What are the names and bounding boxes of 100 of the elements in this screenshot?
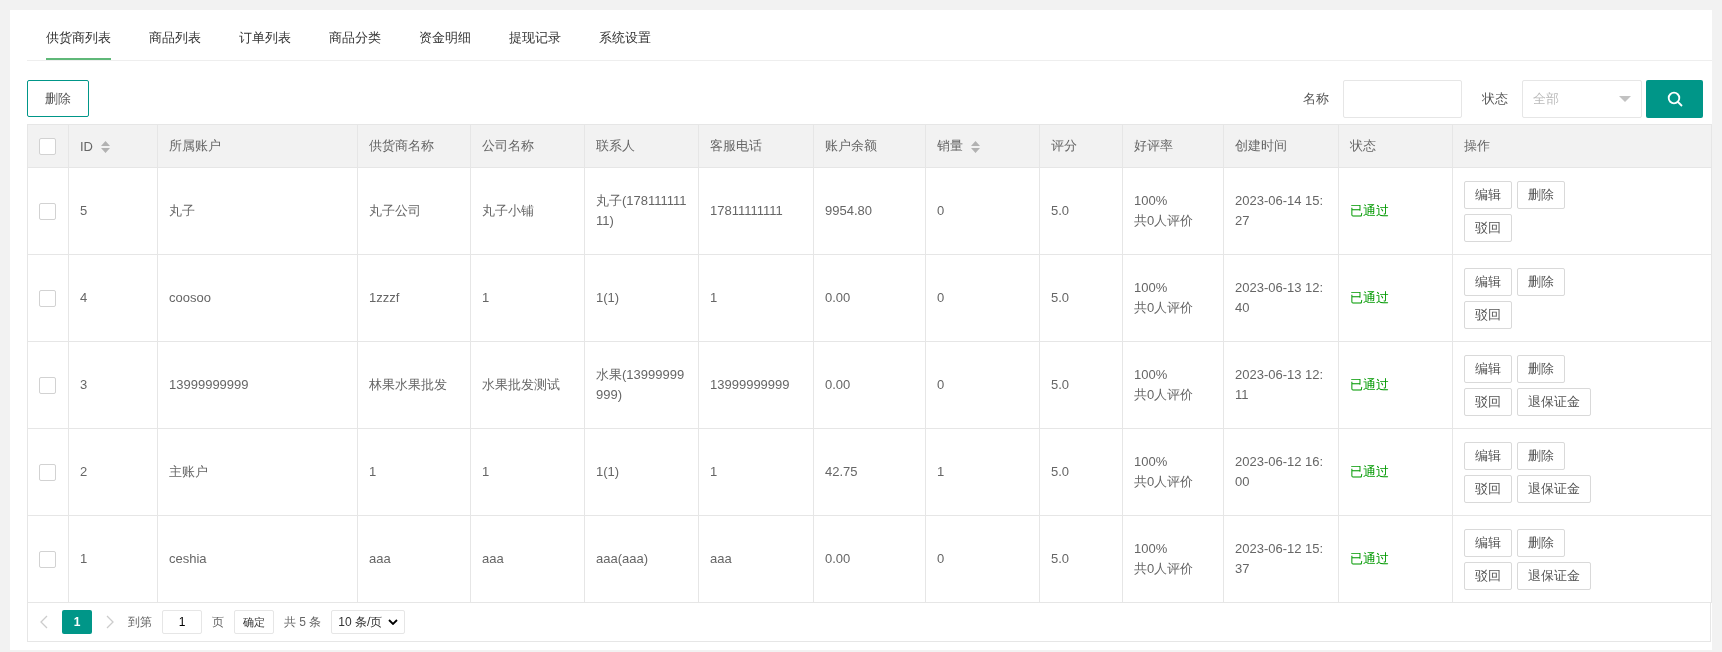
status-text: 已通过 <box>1350 290 1389 305</box>
action-button[interactable]: 驳回 <box>1464 213 1512 242</box>
sort-icon[interactable] <box>101 141 110 154</box>
table-cell: 1 <box>482 464 490 479</box>
action-button[interactable]: 删除 <box>1517 267 1565 296</box>
review-count: 共0人评价 <box>1134 560 1195 578</box>
column-header: 操作 <box>1464 138 1490 153</box>
status-text: 已通过 <box>1350 464 1389 479</box>
table-cell: 2023-06-12 16:00 <box>1235 454 1324 489</box>
praise-rate: 100% <box>1134 366 1169 384</box>
table-cell: 1 <box>710 464 718 479</box>
praise-rate: 100% <box>1134 192 1169 210</box>
action-button[interactable]: 驳回 <box>1464 387 1512 416</box>
search-button[interactable] <box>1646 79 1703 118</box>
search-icon <box>1666 90 1683 107</box>
table-cell: aaa <box>710 551 732 566</box>
table-cell: 1 <box>369 464 377 479</box>
table-cell: 0 <box>937 290 945 305</box>
tab[interactable]: 提现记录 <box>509 10 561 60</box>
page-size-select[interactable]: 10 条/页 <box>331 610 406 634</box>
action-button[interactable]: 编辑 <box>1464 528 1512 557</box>
table-cell: aaa <box>482 551 504 566</box>
table-cell: 1(1) <box>596 464 620 479</box>
table-cell: 13999999999 <box>710 377 790 392</box>
action-button[interactable]: 退保证金 <box>1517 561 1591 590</box>
praise-rate: 100% <box>1134 453 1169 471</box>
checkbox[interactable] <box>39 377 56 395</box>
table-cell: 5.0 <box>1051 290 1070 305</box>
delete-button[interactable]: 删除 <box>27 80 89 117</box>
name-input[interactable] <box>1343 79 1462 118</box>
table-cell: 0 <box>937 551 945 566</box>
action-button[interactable]: 编辑 <box>1464 267 1512 296</box>
table-cell: 1(1) <box>596 290 620 305</box>
tab[interactable]: 供货商列表 <box>46 10 111 60</box>
tab[interactable]: 商品分类 <box>329 10 381 60</box>
action-button[interactable]: 编辑 <box>1464 354 1512 383</box>
column-header: 状态 <box>1350 138 1376 153</box>
table-cell: 5.0 <box>1051 551 1070 566</box>
confirm-button[interactable]: 确定 <box>234 610 274 634</box>
tab[interactable]: 系统设置 <box>599 10 651 60</box>
review-count: 共0人评价 <box>1134 386 1195 404</box>
action-button[interactable]: 编辑 <box>1464 180 1512 209</box>
column-header: ID <box>80 138 93 154</box>
status-text: 已通过 <box>1350 203 1389 218</box>
action-button[interactable]: 驳回 <box>1464 474 1512 503</box>
status-label: 状态 <box>1482 89 1508 108</box>
action-button[interactable]: 驳回 <box>1464 561 1512 590</box>
praise-rate: 100% <box>1134 279 1169 297</box>
table-cell: 林果水果批发 <box>369 377 447 392</box>
table-cell: aaa <box>369 551 391 566</box>
column-header: 销量 <box>937 138 963 153</box>
table-cell: 1 <box>710 290 718 305</box>
table-cell: 17811111111 <box>710 203 783 218</box>
action-button[interactable]: 删除 <box>1517 528 1565 557</box>
table-cell: 主账户 <box>169 464 208 479</box>
sort-icon[interactable] <box>971 140 980 153</box>
goto-label: 到第 <box>128 613 152 631</box>
tab[interactable]: 订单列表 <box>239 10 291 60</box>
page-input[interactable]: 1 <box>162 610 202 634</box>
table-cell: ceshia <box>169 551 207 566</box>
checkbox[interactable] <box>39 551 56 569</box>
table-cell: 0.00 <box>825 290 851 305</box>
page-button[interactable]: 1 <box>62 610 92 634</box>
checkbox[interactable] <box>39 137 56 155</box>
checkbox[interactable] <box>39 464 56 482</box>
table-cell: 0 <box>937 203 945 218</box>
tab[interactable]: 资金明细 <box>419 10 471 60</box>
total-count: 共 5 条 <box>284 613 322 631</box>
review-count: 共0人评价 <box>1134 299 1195 317</box>
table-cell: 丸子小铺 <box>482 203 534 218</box>
tab[interactable]: 商品列表 <box>149 10 201 60</box>
checkbox[interactable] <box>39 290 56 308</box>
column-header: 创建时间 <box>1235 138 1287 153</box>
column-header: 好评率 <box>1134 138 1173 153</box>
column-header: 公司名称 <box>482 138 534 153</box>
status-text: 已通过 <box>1350 551 1389 566</box>
action-button[interactable]: 删除 <box>1517 354 1565 383</box>
checkbox[interactable] <box>39 203 56 221</box>
table-cell: 2023-06-13 12:11 <box>1235 367 1324 402</box>
table-cell: 0.00 <box>825 551 851 566</box>
action-button[interactable]: 退保证金 <box>1517 387 1591 416</box>
table-cell: coosoo <box>169 290 211 305</box>
column-header: 联系人 <box>596 138 635 153</box>
table-cell: 1 <box>80 551 88 566</box>
table-cell: 1 <box>937 464 945 479</box>
action-button[interactable]: 编辑 <box>1464 441 1512 470</box>
table-cell: 2023-06-12 15:37 <box>1235 541 1324 576</box>
action-button[interactable]: 驳回 <box>1464 300 1512 329</box>
table-cell: 5.0 <box>1051 203 1070 218</box>
table-cell: 5.0 <box>1051 377 1070 392</box>
table-cell: 9954.80 <box>825 203 872 218</box>
table-cell: 2023-06-14 15:27 <box>1235 193 1324 228</box>
name-label: 名称 <box>1303 89 1329 108</box>
review-count: 共0人评价 <box>1134 473 1195 491</box>
column-header: 供货商名称 <box>369 138 434 153</box>
action-button[interactable]: 退保证金 <box>1517 474 1591 503</box>
chevron-down-icon <box>388 619 399 625</box>
table-cell: 13999999999 <box>169 377 249 392</box>
action-button[interactable]: 删除 <box>1517 180 1565 209</box>
action-button[interactable]: 删除 <box>1517 441 1565 470</box>
